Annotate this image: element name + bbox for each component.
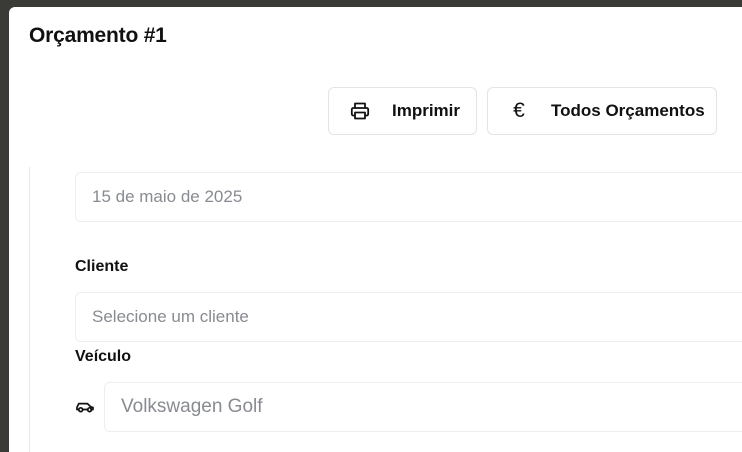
euro-icon: € <box>513 99 525 122</box>
date-field[interactable]: 15 de maio de 2025 <box>75 172 742 222</box>
car-icon <box>75 398 95 416</box>
vehicle-value: Volkswagen Golf <box>121 396 263 417</box>
printer-icon <box>349 100 371 122</box>
client-select[interactable]: Selecione um cliente <box>75 292 742 342</box>
all-quotes-button[interactable]: € Todos Orçamentos <box>487 87 717 135</box>
print-button[interactable]: Imprimir <box>328 87 477 135</box>
vehicle-field[interactable]: Volkswagen Golf <box>104 382 742 432</box>
page-title: Orçamento #1 <box>29 24 167 47</box>
section-divider <box>29 167 30 452</box>
print-button-label: Imprimir <box>392 101 461 120</box>
date-value: 15 de maio de 2025 <box>92 187 243 206</box>
vehicle-label: Veículo <box>75 348 132 365</box>
client-placeholder: Selecione um cliente <box>92 307 249 326</box>
client-label: Cliente <box>75 258 129 275</box>
all-quotes-button-label: Todos Orçamentos <box>551 101 705 120</box>
quote-modal: Orçamento #1 Imprimir € Todos Orçamentos… <box>9 7 742 452</box>
